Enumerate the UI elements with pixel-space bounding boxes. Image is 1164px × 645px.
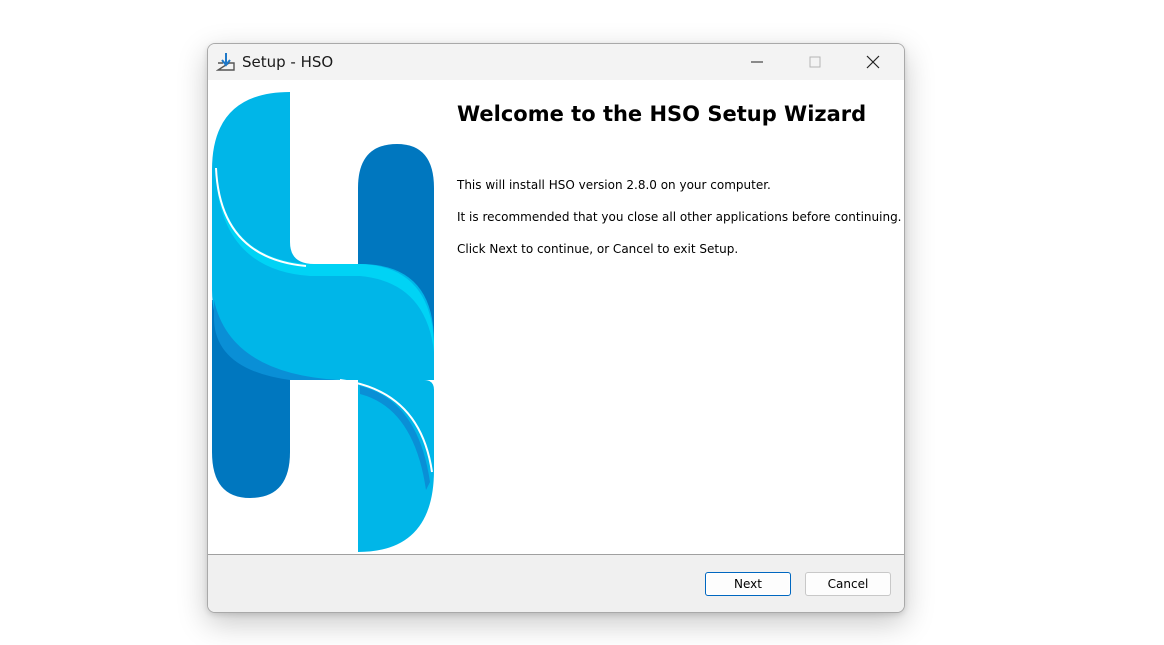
setup-window: Setup - HSO Welcome to the HSO Setup Wiz… (207, 43, 905, 613)
close-button[interactable] (844, 44, 902, 80)
minimize-button[interactable] (728, 44, 786, 80)
installer-download-icon (215, 52, 236, 72)
hso-logo (212, 92, 434, 552)
recommendation-text: It is recommended that you close all oth… (457, 210, 902, 224)
window-title: Setup - HSO (242, 53, 334, 71)
minimize-icon (751, 61, 763, 63)
next-button[interactable]: Next (705, 572, 791, 596)
cancel-button[interactable]: Cancel (805, 572, 891, 596)
maximize-icon (809, 56, 821, 68)
welcome-heading: Welcome to the HSO Setup Wizard (457, 102, 867, 126)
wizard-content: Welcome to the HSO Setup Wizard This wil… (208, 80, 904, 554)
instructions-text: Click Next to continue, or Cancel to exi… (457, 242, 739, 256)
title-bar[interactable]: Setup - HSO (208, 44, 904, 80)
install-info-text: This will install HSO version 2.8.0 on y… (457, 178, 771, 192)
wizard-footer: Next Cancel (208, 555, 904, 612)
close-icon (866, 55, 880, 69)
maximize-button[interactable] (786, 44, 844, 80)
